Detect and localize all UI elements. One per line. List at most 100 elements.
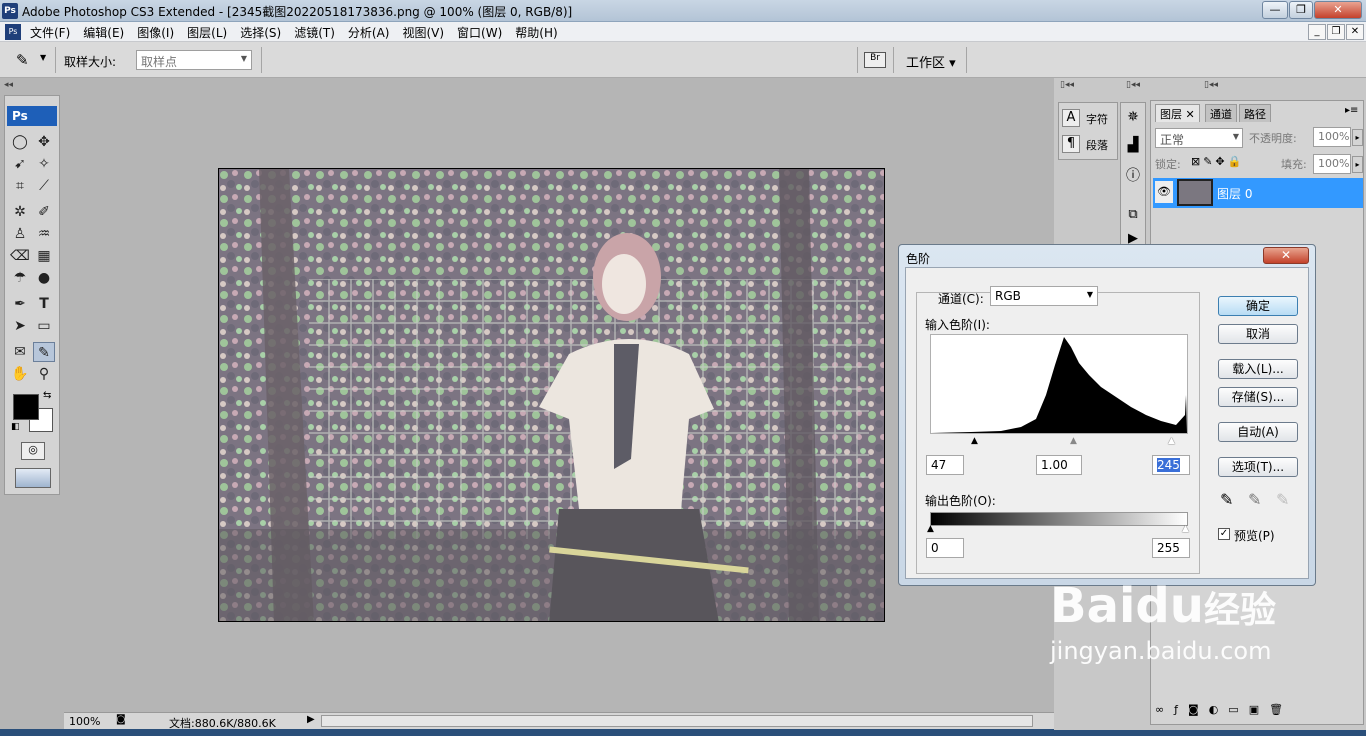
- character-icon[interactable]: A: [1062, 109, 1080, 127]
- doc-close-button[interactable]: ✕: [1346, 24, 1364, 40]
- fill-slider-arrow-icon[interactable]: ▸: [1352, 156, 1363, 173]
- maximize-button[interactable]: ❐: [1289, 1, 1313, 19]
- horizontal-scrollbar[interactable]: [321, 715, 1033, 727]
- workspace-button[interactable]: 工作区 ▾: [906, 52, 956, 71]
- bridge-icon[interactable]: Br: [864, 52, 886, 68]
- doc-restore-button[interactable]: ❐: [1327, 24, 1345, 40]
- quick-mask-icon[interactable]: ◎: [21, 442, 45, 460]
- notes-tool-icon[interactable]: ✉: [9, 342, 31, 362]
- channel-select[interactable]: RGB ▼: [990, 286, 1098, 306]
- blur-tool-icon[interactable]: ☂: [9, 268, 31, 288]
- load-button[interactable]: 载入(L)...: [1218, 359, 1298, 379]
- tab-layers[interactable]: 图层 ✕: [1155, 104, 1200, 122]
- panel-menu-icon[interactable]: ▸≡: [1345, 105, 1358, 116]
- slice-tool-icon[interactable]: ⟋: [33, 176, 55, 196]
- stamp-tool-icon[interactable]: ♙: [9, 224, 31, 244]
- shape-tool-icon[interactable]: ▭: [33, 316, 55, 336]
- gradient-tool-icon[interactable]: ▦: [33, 246, 55, 266]
- foreground-color-swatch[interactable]: [13, 394, 39, 420]
- input-black-field[interactable]: 47: [926, 455, 964, 475]
- zoom-level[interactable]: 100%: [69, 715, 100, 728]
- zoom-tool-icon[interactable]: ⚲: [33, 364, 55, 384]
- gray-eyedropper-icon[interactable]: ✎: [1248, 490, 1261, 509]
- crop-tool-icon[interactable]: ⌗: [9, 176, 31, 196]
- paragraph-label[interactable]: 段落: [1086, 137, 1108, 153]
- save-button[interactable]: 存储(S)...: [1218, 387, 1298, 407]
- pen-tool-icon[interactable]: ✒: [9, 294, 31, 314]
- tab-channels[interactable]: 通道: [1205, 104, 1237, 122]
- tool-preset-arrow-icon[interactable]: ▼: [40, 53, 46, 62]
- tab-paths[interactable]: 路径: [1239, 104, 1271, 122]
- info-icon[interactable]: ⓘ: [1123, 165, 1143, 185]
- menu-file[interactable]: 文件(F): [30, 24, 70, 41]
- minimize-button[interactable]: —: [1262, 1, 1288, 19]
- menu-select[interactable]: 选择(S): [240, 24, 281, 41]
- eyedropper-icon[interactable]: ✎: [16, 51, 29, 69]
- output-white-slider-handle[interactable]: ▲: [1182, 524, 1189, 534]
- marquee-tool-icon[interactable]: ◯: [9, 132, 31, 152]
- screen-mode-icon[interactable]: [15, 468, 51, 488]
- navigator-icon[interactable]: ✵: [1123, 109, 1143, 129]
- cancel-button[interactable]: 取消: [1218, 324, 1298, 344]
- doc-minimize-button[interactable]: _: [1308, 24, 1326, 40]
- status-icon[interactable]: ◙: [116, 714, 126, 725]
- input-white-field[interactable]: 245: [1152, 455, 1190, 475]
- type-tool-icon[interactable]: T: [33, 294, 55, 314]
- white-eyedropper-icon[interactable]: ✎: [1276, 490, 1289, 509]
- default-colors-icon[interactable]: ◧: [11, 422, 20, 432]
- menu-image[interactable]: 图像(I): [137, 24, 174, 41]
- dock-collapse-icon[interactable]: ▯◂◂: [1060, 80, 1074, 90]
- layers-footer-icons[interactable]: ∞ƒ◙◐▭▣🗑: [1155, 703, 1361, 721]
- move-tool-icon[interactable]: ✥: [33, 132, 55, 152]
- opacity-slider-arrow-icon[interactable]: ▸: [1352, 129, 1363, 146]
- brush-tool-icon[interactable]: ✐: [33, 202, 55, 222]
- input-gamma-field[interactable]: 1.00: [1036, 455, 1082, 475]
- ok-button[interactable]: 确定: [1218, 296, 1298, 316]
- dock-collapse-icon-2[interactable]: ▯◂◂: [1126, 80, 1140, 90]
- options-button[interactable]: 选项(T)...: [1218, 457, 1298, 477]
- preview-checkbox[interactable]: ✓: [1218, 528, 1230, 540]
- hand-tool-icon[interactable]: ✋: [9, 364, 31, 384]
- sample-size-select[interactable]: 取样点 ▼: [136, 50, 252, 70]
- menu-layer[interactable]: 图层(L): [187, 24, 227, 41]
- blend-mode-select[interactable]: 正常 ▼: [1155, 128, 1243, 148]
- menu-help[interactable]: 帮助(H): [515, 24, 557, 41]
- swap-colors-icon[interactable]: ⇆: [43, 390, 51, 401]
- output-white-field[interactable]: 255: [1152, 538, 1190, 558]
- menu-view[interactable]: 视图(V): [402, 24, 444, 41]
- path-selection-icon[interactable]: ➤: [9, 316, 31, 336]
- dodge-tool-icon[interactable]: ●: [33, 268, 55, 288]
- dock-collapse-icon-3[interactable]: ▯◂◂: [1204, 80, 1218, 90]
- input-gamma-slider-handle[interactable]: ▲: [1070, 436, 1077, 446]
- input-black-slider-handle[interactable]: ▲: [971, 436, 978, 446]
- opacity-field[interactable]: 100%: [1313, 127, 1351, 147]
- document-canvas[interactable]: [218, 168, 885, 622]
- lasso-tool-icon[interactable]: ➹: [9, 154, 31, 174]
- menu-window[interactable]: 窗口(W): [457, 24, 502, 41]
- status-menu-arrow-icon[interactable]: ▶: [307, 714, 315, 725]
- auto-button[interactable]: 自动(A): [1218, 422, 1298, 442]
- black-eyedropper-icon[interactable]: ✎: [1220, 490, 1233, 509]
- visibility-eye-icon[interactable]: 👁: [1155, 181, 1173, 203]
- menu-edit[interactable]: 编辑(E): [83, 24, 124, 41]
- eraser-tool-icon[interactable]: ⌫: [9, 246, 31, 266]
- menu-filter[interactable]: 滤镜(T): [294, 24, 335, 41]
- layer-row[interactable]: 👁 图层 0: [1153, 178, 1363, 208]
- output-black-slider-handle[interactable]: ▲: [927, 524, 934, 534]
- healing-brush-icon[interactable]: ✲: [9, 202, 31, 222]
- history-brush-icon[interactable]: ♒: [33, 224, 55, 244]
- histogram-icon[interactable]: ▟: [1123, 137, 1143, 157]
- output-black-field[interactable]: 0: [926, 538, 964, 558]
- close-button[interactable]: ✕: [1314, 1, 1362, 19]
- history-icon[interactable]: ⧉: [1123, 207, 1143, 227]
- lock-options-icon[interactable]: ⊠✎✥🔒: [1191, 155, 1244, 168]
- input-white-slider-handle[interactable]: ▲: [1168, 436, 1175, 446]
- menu-analysis[interactable]: 分析(A): [348, 24, 390, 41]
- paragraph-icon[interactable]: ¶: [1062, 135, 1080, 153]
- magic-wand-icon[interactable]: ✧: [33, 154, 55, 174]
- fill-field[interactable]: 100%: [1313, 154, 1351, 174]
- collapse-left-icon[interactable]: ◂◂: [4, 80, 13, 90]
- dialog-close-button[interactable]: ✕: [1263, 247, 1309, 264]
- eyedropper-tool-icon[interactable]: ✎: [33, 342, 55, 362]
- character-label[interactable]: 字符: [1086, 111, 1108, 127]
